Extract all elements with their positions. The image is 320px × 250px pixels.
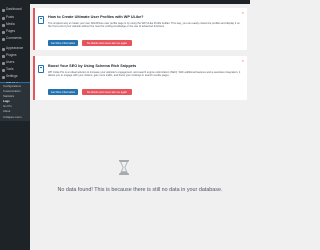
sidebar-item-tools[interactable]: Tools [0, 67, 30, 73]
sidebar-item-settings[interactable]: Settings [0, 74, 30, 80]
submenu-item-about[interactable]: About [3, 110, 10, 113]
sidebar-item-comments[interactable]: Comments [0, 36, 30, 42]
settings-icon [2, 75, 5, 79]
submenu-item-customization[interactable]: Customization [3, 90, 21, 93]
more-info-button[interactable]: Get More Information [48, 89, 78, 95]
empty-state-message: No data found! This is because there is … [57, 187, 223, 193]
wp-ulike-submenu: Configurations Customization Statistics … [0, 83, 30, 121]
profile-card-icon [38, 16, 44, 24]
more-info-button[interactable]: Get More Information [48, 40, 78, 46]
sidebar-item-pages[interactable]: Pages [0, 29, 30, 35]
dismiss-button[interactable]: No thanks and never ask me again [82, 40, 132, 46]
admin-bar [0, 0, 250, 4]
hourglass-icon [119, 160, 129, 175]
submenu-item-configurations[interactable]: Configurations [3, 85, 21, 88]
admin-sidebar: Dashboard Posts Media Pages Comments App… [0, 4, 30, 250]
submenu-item-go-pro[interactable]: Go Pro [3, 105, 12, 108]
notice-user-profiles: × How to Create Ultimate User Profiles w… [33, 8, 247, 50]
submenu-item-statistics[interactable]: Statistics [3, 95, 14, 98]
notice-text: WP ULike Pro is an ideal solution to inc… [48, 71, 241, 78]
page-icon [2, 30, 5, 34]
sidebar-item-posts[interactable]: Posts [0, 15, 30, 21]
wrench-icon [2, 68, 5, 72]
sidebar-item-users[interactable]: Users [0, 60, 30, 66]
sidebar-item-dashboard[interactable]: Dashboard [0, 7, 30, 13]
sidebar-item-media[interactable]: Media [0, 22, 30, 28]
user-icon [2, 61, 5, 65]
notice-title: How to Create Ultimate User Profiles wit… [48, 15, 144, 19]
dismiss-button[interactable]: No thanks and never ask me again [82, 89, 132, 95]
plugin-icon [2, 54, 5, 58]
notice-text: The simplest way to create your own Word… [48, 22, 240, 29]
sidebar-item-plugins[interactable]: Plugins [0, 53, 30, 59]
notice-schema-snippets: × Boost Your SEO by Using Schema Rich Sn… [33, 56, 247, 100]
notice-title: Boost Your SEO by Using Schema Rich Snip… [48, 64, 137, 68]
schema-icon [38, 65, 44, 73]
pin-icon [2, 16, 5, 20]
close-icon[interactable]: × [242, 11, 244, 15]
collapse-menu-button[interactable]: Collapse menu [3, 116, 22, 119]
dashboard-icon [2, 8, 5, 12]
close-icon[interactable]: × [242, 59, 244, 63]
comment-icon [2, 37, 5, 41]
media-icon [2, 23, 5, 27]
sidebar-item-appearance[interactable]: Appearance [0, 46, 30, 52]
brush-icon [2, 47, 5, 51]
submenu-item-logs[interactable]: Logs [3, 100, 10, 103]
